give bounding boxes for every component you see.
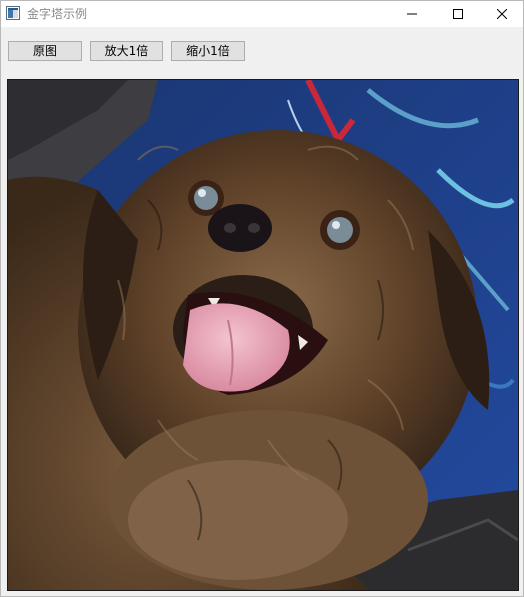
app-window: 金字塔示例 原图 放大1倍 缩小1倍 — [0, 0, 524, 597]
window-title: 金字塔示例 — [27, 7, 88, 21]
maximize-icon — [453, 9, 463, 19]
image-display — [7, 79, 519, 591]
close-button[interactable] — [479, 1, 524, 27]
dog-photo-icon — [8, 80, 518, 590]
zoom-out-button[interactable]: 缩小1倍 — [171, 41, 245, 61]
title-bar[interactable]: 金字塔示例 — [1, 1, 523, 27]
minimize-icon — [407, 13, 417, 15]
maximize-button[interactable] — [435, 1, 481, 27]
original-image-button[interactable]: 原图 — [8, 41, 82, 61]
close-icon — [497, 9, 507, 19]
minimize-button[interactable] — [389, 1, 435, 27]
app-icon — [6, 6, 20, 20]
zoom-in-button[interactable]: 放大1倍 — [90, 41, 163, 61]
